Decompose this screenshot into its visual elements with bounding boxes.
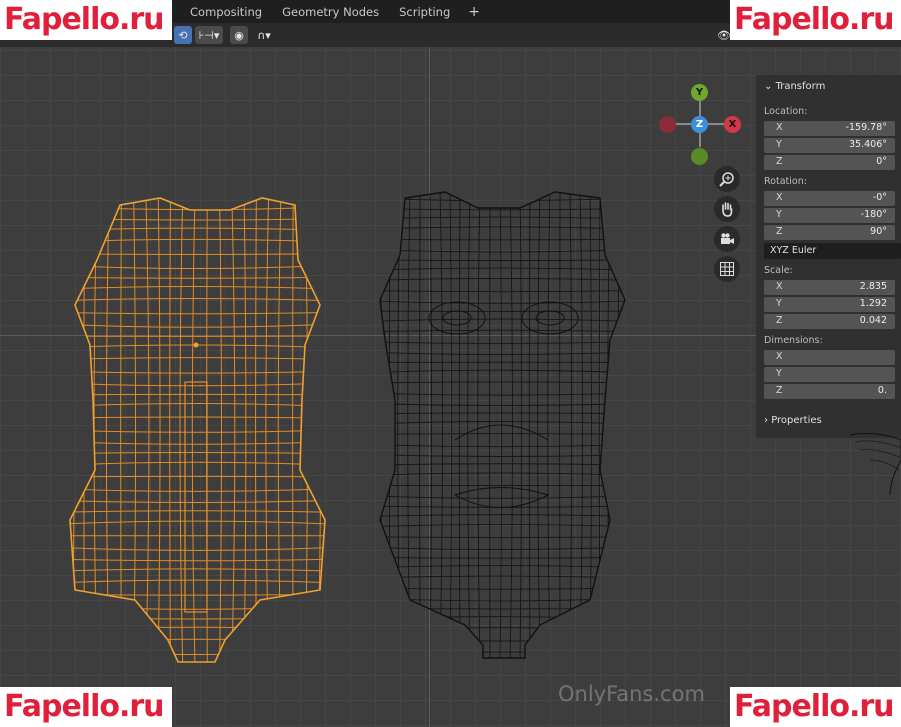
falloff-curve-icon: ∩▾	[257, 28, 271, 42]
workspace-tabs-bar: Compositing Geometry Nodes Scripting +	[172, 0, 730, 23]
field-axis-label: Z	[776, 226, 783, 237]
field-value: -0°	[872, 192, 887, 203]
field-value: -159.78°	[845, 122, 887, 133]
field-axis-label: Y	[776, 298, 782, 309]
properties-section-header[interactable]: › Properties	[764, 415, 822, 426]
tab-compositing[interactable]: Compositing	[182, 2, 270, 22]
rotation-x-field[interactable]: X -0°	[764, 191, 895, 206]
scale-x-field[interactable]: X 2.835	[764, 280, 895, 295]
transform-title: Transform	[775, 81, 826, 92]
camera-view-button[interactable]	[714, 226, 740, 252]
field-axis-label: X	[776, 122, 783, 133]
object-origin	[193, 342, 199, 348]
zoom-button[interactable]	[714, 166, 740, 192]
field-axis-label: X	[776, 281, 783, 292]
add-workspace-button[interactable]: +	[462, 4, 486, 20]
gizmo-neg-y-axis[interactable]	[691, 148, 708, 165]
field-value: 0.	[877, 385, 887, 396]
watermark-bottom-center: OnlyFans.com	[558, 682, 705, 706]
field-axis-label: Y	[776, 139, 782, 150]
chevron-down-icon: ⌄	[764, 81, 776, 92]
falloff-dropdown[interactable]: ∩▾	[250, 26, 278, 44]
field-axis-label: Y	[776, 368, 782, 379]
dimensions-label: Dimensions:	[764, 335, 823, 346]
location-z-field[interactable]: Z 0°	[764, 155, 895, 170]
pan-button[interactable]	[714, 196, 740, 222]
selected-mesh-orange	[70, 198, 325, 662]
field-axis-label: X	[776, 351, 783, 362]
field-value: 0°	[876, 156, 887, 167]
gizmo-x-axis[interactable]: X	[724, 116, 741, 133]
camera-icon	[721, 233, 734, 244]
gizmo-neg-x-axis[interactable]	[659, 116, 676, 133]
rotation-z-field[interactable]: Z 90°	[764, 225, 895, 240]
field-axis-label: Z	[776, 315, 783, 326]
watermark-top-right: Fapello.ru	[730, 0, 901, 40]
field-axis-label: Z	[776, 156, 783, 167]
dimensions-y-field[interactable]: Y	[764, 367, 895, 382]
snap-target-icon: ⊦⊣▾	[198, 28, 220, 42]
dimensions-z-field[interactable]: Z 0.	[764, 384, 895, 399]
field-axis-label: Y	[776, 209, 782, 220]
gizmo-y-axis[interactable]: Y	[691, 84, 708, 101]
hand-icon	[722, 202, 733, 217]
navigation-gizmo[interactable]: Y Z X	[655, 82, 745, 165]
unselected-mesh-dark	[380, 192, 625, 658]
tab-geometry-nodes[interactable]: Geometry Nodes	[274, 2, 387, 22]
eye-icon: 👁	[717, 28, 731, 42]
watermark-bottom-right: Fapello.ru	[730, 687, 901, 727]
grid-icon	[720, 262, 734, 276]
field-value: 35.406°	[849, 139, 887, 150]
snap-toggle-button[interactable]: ⟲	[174, 26, 192, 44]
watermark-top-left: Fapello.ru	[0, 0, 172, 40]
location-x-field[interactable]: X -159.78°	[764, 121, 895, 136]
sidebar-transform-panel: ⌄ Transform Location: X -159.78° Y 35.406°…	[756, 75, 901, 438]
field-axis-label: Z	[776, 385, 783, 396]
field-value: 0.042	[859, 315, 887, 326]
properties-title: Properties	[771, 415, 822, 426]
transform-section-header[interactable]: ⌄ Transform	[764, 81, 825, 92]
orthographic-toggle-button[interactable]	[714, 256, 740, 282]
scale-z-field[interactable]: Z 0.042	[764, 314, 895, 329]
tab-scripting[interactable]: Scripting	[391, 2, 458, 22]
rotation-y-field[interactable]: Y -180°	[764, 208, 895, 223]
watermark-bottom-left: Fapello.ru	[0, 687, 172, 727]
rotation-label: Rotation:	[764, 176, 807, 187]
location-y-field[interactable]: Y 35.406°	[764, 138, 895, 153]
gizmo-z-axis[interactable]: Z	[691, 116, 708, 133]
field-value: 1.292	[859, 298, 887, 309]
rotation-mode-dropdown[interactable]: XYZ Euler	[764, 243, 901, 259]
snap-icon: ⟲	[178, 28, 188, 42]
zoom-icon	[719, 172, 734, 187]
location-label: Location:	[764, 106, 808, 117]
snap-target-dropdown[interactable]: ⊦⊣▾	[195, 26, 223, 44]
scale-label: Scale:	[764, 265, 793, 276]
dimensions-x-field[interactable]: X	[764, 350, 895, 365]
field-value: 2.835	[859, 281, 887, 292]
proportional-edit-button[interactable]: ◉	[230, 26, 248, 44]
field-value: -180°	[860, 209, 887, 220]
scale-y-field[interactable]: Y 1.292	[764, 297, 895, 312]
partial-mesh-background	[849, 432, 901, 496]
proportional-edit-icon: ◉	[234, 28, 244, 42]
field-value: 90°	[870, 226, 887, 237]
field-axis-label: X	[776, 192, 783, 203]
